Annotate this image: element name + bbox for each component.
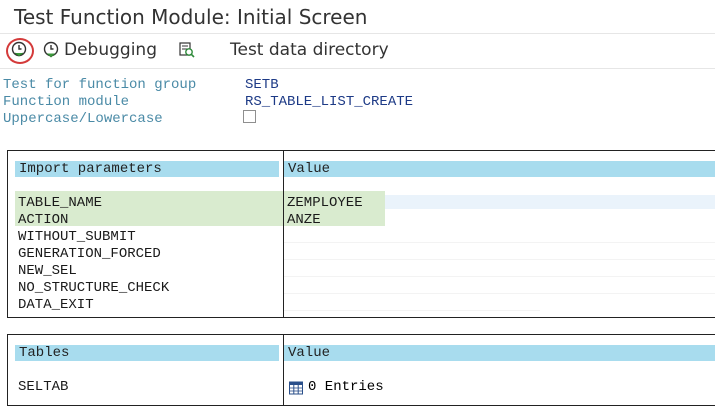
test-data-label: Test data directory [230,40,389,60]
table-grid-icon [289,381,303,394]
test-data-directory-icon [179,42,195,58]
value-cell[interactable] [284,260,715,277]
table-param-name: SELTAB [18,379,69,395]
test-data-icon-button[interactable] [178,41,196,59]
param-name: ACTION [18,212,69,228]
execute-clock-icon [11,41,27,57]
window-title: Test Function Module: Initial Screen [14,5,368,29]
param-value-input[interactable]: ZEMPLOYEE [287,195,363,212]
table-entries-button[interactable]: 0 Entries [289,379,384,396]
param-name: TABLE_NAME [18,195,103,211]
tables-table: Tables Value SELTAB 0 Entries [7,334,715,406]
table-entries-label: 0 Entries [308,379,384,395]
tables-header-label: Tables [19,345,70,361]
function-module-label: Function module [3,94,130,110]
param-name: NEW_SEL [18,263,77,279]
param-name: DATA_EXIT [18,297,94,313]
execute-button[interactable] [6,38,34,64]
title-divider [0,33,715,34]
tables-value-header: Value [284,345,715,361]
tables-value-header-label: Value [288,345,331,361]
value-header-label: Value [288,161,331,177]
value-cell[interactable] [284,294,540,311]
application-toolbar: Debugging Test data directory [0,36,715,66]
function-group-value: SETB [245,77,279,93]
param-name: NO_STRUCTURE_CHECK [18,280,170,296]
test-data-directory-button[interactable]: Test data directory [226,40,389,60]
debugging-icon [43,41,59,58]
param-name: GENERATION_FORCED [18,246,161,262]
debugging-label: Debugging [64,40,157,60]
import-parameters-table: Import parameters Value TABLE_NAME ZEMPL… [7,150,715,318]
value-cell[interactable] [284,277,715,294]
param-value-input[interactable]: ANZE [287,212,321,229]
toolbar-divider [0,68,715,69]
uppercase-lowercase-label: Uppercase/Lowercase [3,111,163,127]
function-module-value: RS_TABLE_LIST_CREATE [245,94,414,110]
value-cell[interactable] [284,243,715,260]
function-group-label: Test for function group [3,77,197,93]
value-header: Value [284,161,715,177]
import-parameters-header-label: Import parameters [19,161,162,177]
import-parameters-header: Import parameters [15,161,279,177]
uppercase-lowercase-checkbox[interactable] [243,110,256,123]
table-name-input-focus [385,195,715,209]
debugging-button[interactable]: Debugging [42,40,157,60]
param-name: WITHOUT_SUBMIT [18,229,136,245]
value-cell[interactable] [284,226,715,243]
tables-header: Tables [15,345,279,361]
